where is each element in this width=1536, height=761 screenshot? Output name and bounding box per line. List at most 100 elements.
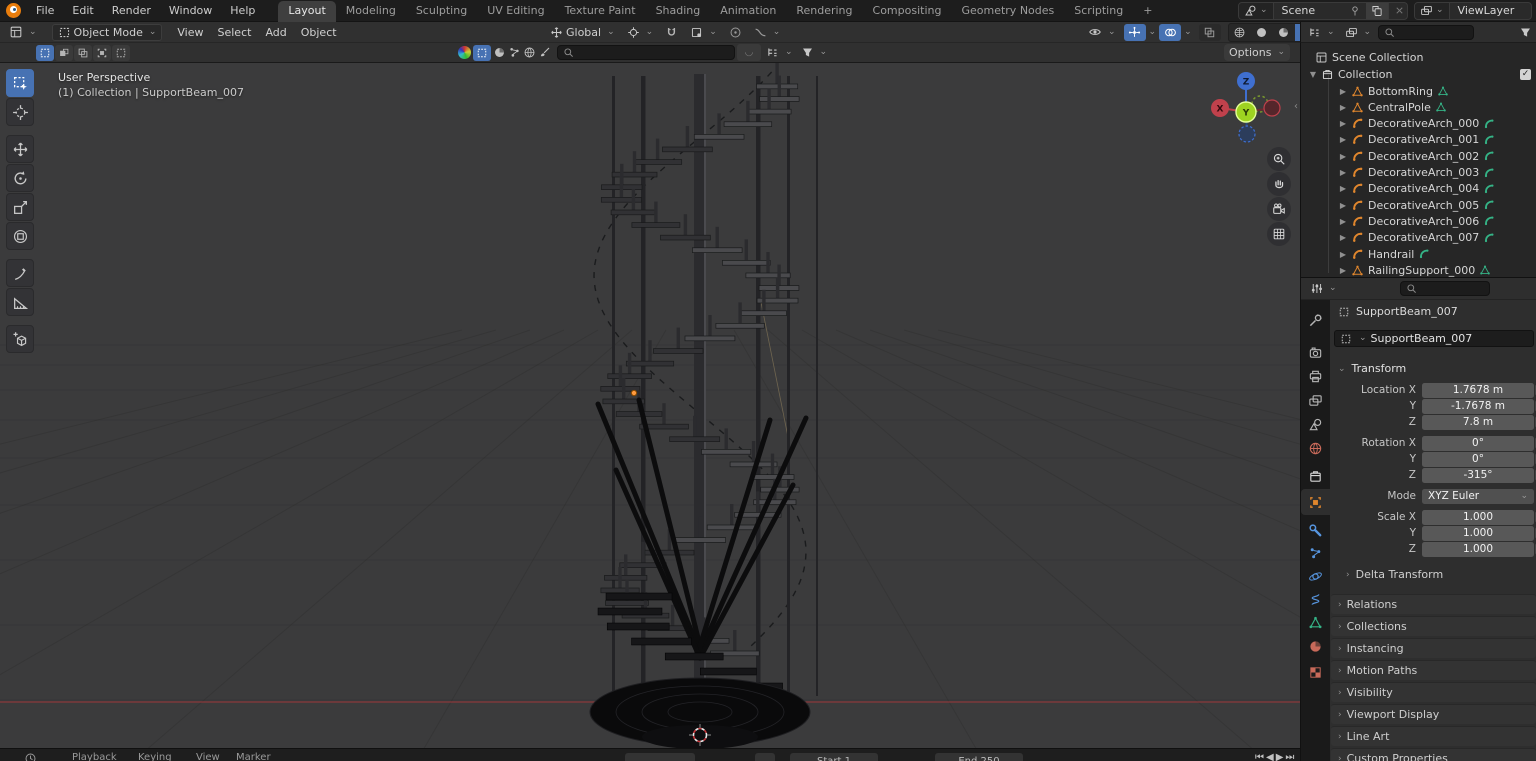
workspace-tab-geometry-nodes[interactable]: Geometry Nodes bbox=[951, 1, 1064, 22]
tool-rotate[interactable] bbox=[6, 164, 34, 192]
delete-scene-button[interactable] bbox=[1389, 3, 1408, 19]
display-mode-dropdown[interactable]: ⌄ bbox=[763, 44, 796, 61]
section-instancing[interactable]: ›Instancing bbox=[1331, 638, 1536, 658]
options-button[interactable]: Options⌄ bbox=[1224, 44, 1290, 61]
menu-viewport-add[interactable]: Add bbox=[258, 26, 293, 39]
timeline-current-frame-field[interactable] bbox=[625, 753, 695, 761]
outliner-item-Handrail[interactable]: ▶ Handrail bbox=[1339, 246, 1430, 262]
outliner-item-DecorativeArch_005[interactable]: ▶ DecorativeArch_005 bbox=[1339, 197, 1495, 213]
menu-file[interactable]: File bbox=[27, 0, 63, 22]
add-workspace-button[interactable]: + bbox=[1133, 1, 1162, 22]
scene-name[interactable]: Scene bbox=[1274, 4, 1344, 17]
navigation-gizmo[interactable]: Z X Y bbox=[1208, 68, 1284, 144]
outliner-item-CentralPole[interactable]: ▶ CentralPole bbox=[1339, 99, 1447, 115]
workspace-tab-texture-paint[interactable]: Texture Paint bbox=[555, 1, 646, 22]
section-custom-properties[interactable]: ›Custom Properties bbox=[1331, 748, 1536, 761]
menu-window[interactable]: Window bbox=[160, 0, 221, 22]
tab-render[interactable] bbox=[1301, 340, 1330, 364]
menu-render[interactable]: Render bbox=[103, 0, 160, 22]
expand-icon[interactable]: ▶ bbox=[1339, 168, 1347, 177]
viewlayer-name[interactable]: ViewLayer bbox=[1450, 4, 1523, 17]
xray-toggle[interactable] bbox=[1199, 24, 1221, 41]
select-mode-extend-button[interactable] bbox=[55, 45, 73, 61]
properties-editor-type-button[interactable]: ⌄ bbox=[1305, 280, 1342, 297]
gizmos-dropdown[interactable]: ⌄ bbox=[1149, 28, 1157, 37]
select-mode-set-button[interactable] bbox=[36, 45, 54, 61]
blender-logo-icon[interactable] bbox=[0, 3, 27, 18]
gizmos-toggle[interactable] bbox=[1124, 24, 1146, 41]
timeline-autokey-toggle[interactable] bbox=[755, 753, 775, 761]
overlays-toggle[interactable] bbox=[1159, 24, 1181, 41]
tab-collection[interactable] bbox=[1301, 464, 1330, 488]
breadcrumb-object-name[interactable]: SupportBeam_007 bbox=[1356, 305, 1458, 318]
snap-target-selector[interactable]: ⌄ bbox=[685, 24, 722, 41]
menu-viewport-select[interactable]: Select bbox=[211, 26, 259, 39]
pan-hand-button[interactable] bbox=[1267, 172, 1291, 196]
expand-icon[interactable]: ▶ bbox=[1339, 119, 1347, 128]
properties-search-input[interactable] bbox=[1400, 281, 1490, 296]
workspace-tab-shading[interactable]: Shading bbox=[646, 1, 711, 22]
outliner-item-DecorativeArch_007[interactable]: ▶ DecorativeArch_007 bbox=[1339, 230, 1495, 246]
rotation-x-field[interactable]: 0° bbox=[1422, 436, 1534, 451]
tab-object[interactable] bbox=[1301, 489, 1330, 515]
section-relations[interactable]: ›Relations bbox=[1331, 594, 1536, 614]
timeline-menu-keying[interactable]: Keying bbox=[138, 752, 172, 761]
delta-transform-header[interactable]: ›Delta Transform bbox=[1346, 568, 1443, 581]
viewport-canvas[interactable] bbox=[0, 63, 1300, 748]
select-mode-subtract-button[interactable] bbox=[74, 45, 92, 61]
section-viewport-display[interactable]: ›Viewport Display bbox=[1331, 704, 1536, 724]
outliner-item-RailingSupport_000[interactable]: ▶ RailingSupport_000 bbox=[1339, 262, 1491, 277]
object-name-field[interactable]: ⌄ SupportBeam_007 bbox=[1334, 330, 1534, 347]
timeline-start-field[interactable]: Start 1 bbox=[790, 753, 878, 761]
shading-material-button[interactable] bbox=[1273, 24, 1295, 41]
expand-icon[interactable]: ▶ bbox=[1339, 135, 1347, 144]
menu-help[interactable]: Help bbox=[221, 0, 264, 22]
scale-x-field[interactable]: 1.000 bbox=[1422, 510, 1534, 525]
expand-icon[interactable]: ▼ bbox=[1309, 70, 1317, 79]
tab-constraints[interactable] bbox=[1301, 587, 1330, 611]
transform-panel-header[interactable]: ⌄ Transform bbox=[1338, 362, 1406, 375]
transform-orientation-selector[interactable]: Global⌄ bbox=[545, 24, 620, 41]
tool-scale[interactable] bbox=[6, 193, 34, 221]
proportional-falloff-selector[interactable]: ⌄ bbox=[749, 24, 786, 41]
shading-wireframe-button[interactable] bbox=[1229, 24, 1251, 41]
tab-texture[interactable] bbox=[1301, 660, 1330, 684]
tool-measure[interactable] bbox=[6, 288, 34, 316]
orthographic-toggle-button[interactable] bbox=[1267, 222, 1291, 246]
pivot-point-selector[interactable]: ⌄ bbox=[622, 24, 659, 41]
tool-cursor[interactable] bbox=[6, 98, 34, 126]
scene-browse-button[interactable]: ⌄ bbox=[1239, 3, 1274, 19]
select-mode-intersect-button[interactable] bbox=[112, 45, 130, 61]
outliner-item-DecorativeArch_003[interactable]: ▶ DecorativeArch_003 bbox=[1339, 165, 1495, 181]
zoom-button[interactable] bbox=[1267, 147, 1291, 171]
snap-toggle[interactable] bbox=[660, 24, 683, 41]
expand-icon[interactable]: ▶ bbox=[1339, 233, 1347, 242]
tool-transform[interactable] bbox=[6, 222, 34, 250]
particles-filter-icon[interactable] bbox=[508, 46, 521, 59]
expand-icon[interactable]: ▶ bbox=[1339, 103, 1347, 112]
workspace-tab-scripting[interactable]: Scripting bbox=[1064, 1, 1133, 22]
tab-modifiers[interactable] bbox=[1301, 518, 1330, 542]
section-line-art[interactable]: ›Line Art bbox=[1331, 726, 1536, 746]
timeline-menu-view[interactable]: View bbox=[196, 752, 220, 761]
location-x-field[interactable]: 1.7678 m bbox=[1422, 383, 1534, 398]
scale-z-field[interactable]: 1.000 bbox=[1422, 542, 1534, 557]
editor-type-button[interactable]: ⌄ bbox=[4, 24, 42, 41]
tool-move[interactable] bbox=[6, 135, 34, 163]
overlays-dropdown[interactable]: ⌄ bbox=[1184, 28, 1192, 37]
viewlayer-browse-button[interactable]: ⌄ bbox=[1415, 3, 1450, 19]
section-motion-paths[interactable]: ›Motion Paths bbox=[1331, 660, 1536, 680]
tool-select-box[interactable] bbox=[6, 69, 34, 97]
filter-dropdown[interactable]: ⌄ bbox=[798, 44, 831, 61]
workspace-tab-uv-editing[interactable]: UV Editing bbox=[477, 1, 554, 22]
expand-icon[interactable]: ▶ bbox=[1339, 266, 1347, 275]
tab-view-layer[interactable] bbox=[1301, 388, 1330, 412]
expand-icon[interactable]: ▶ bbox=[1339, 250, 1347, 259]
new-scene-button[interactable] bbox=[1366, 3, 1389, 19]
tool-annotate[interactable] bbox=[6, 259, 34, 287]
collapse-icon[interactable]: ◡ bbox=[737, 44, 761, 61]
tab-scene[interactable] bbox=[1301, 412, 1330, 436]
select-mode-invert-button[interactable] bbox=[93, 45, 111, 61]
texture-filter-icon[interactable] bbox=[493, 46, 506, 59]
tab-tool[interactable] bbox=[1301, 308, 1330, 332]
